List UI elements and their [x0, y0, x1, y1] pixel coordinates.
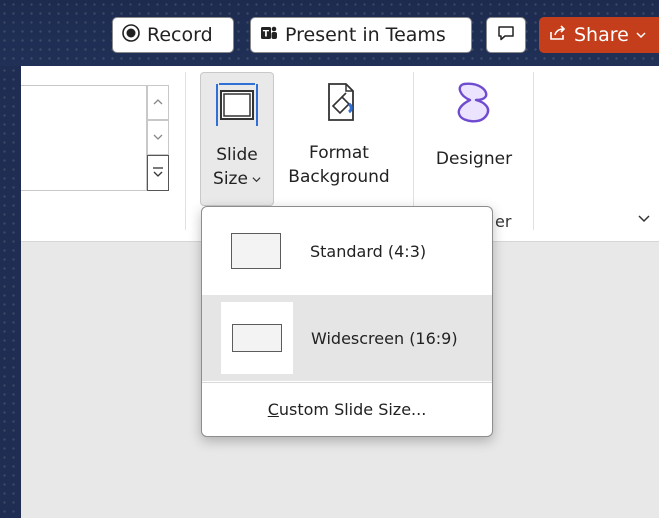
teams-icon: T: [259, 23, 279, 48]
share-button[interactable]: Share: [539, 17, 659, 53]
share-icon: [548, 23, 568, 48]
designer-icon: [452, 78, 496, 133]
group-label: er: [495, 212, 512, 231]
gallery-scroll-up-button[interactable]: [147, 85, 169, 120]
slide-size-icon: [214, 82, 260, 135]
gallery-box: [21, 85, 147, 191]
standard-thumbnail: [220, 215, 292, 287]
ribbon-separator: [185, 72, 186, 230]
custom-slide-size-accelerator: C: [267, 400, 279, 419]
chevron-down-icon: [153, 131, 163, 145]
ribbon-separator: [533, 72, 534, 230]
chevron-up-icon: [153, 96, 163, 110]
gallery-scroll-down-button[interactable]: [147, 120, 169, 155]
title-bar: Record T Present in Teams Share: [0, 0, 659, 66]
widescreen-thumbnail: [221, 302, 293, 374]
format-background-label-line2: Background: [288, 167, 390, 187]
more-icon: [152, 165, 164, 182]
standard-menu-item[interactable]: Standard (4:3): [202, 207, 492, 295]
custom-slide-size-label: ustom Slide Size...: [278, 400, 427, 419]
format-background-label-line1: Format: [309, 143, 369, 163]
chevron-down-icon: [252, 167, 261, 191]
widescreen-slide-shape: [232, 324, 282, 352]
slide-size-label-line1: Slide: [216, 145, 258, 165]
gallery-more-button[interactable]: [147, 155, 169, 191]
present-in-teams-button[interactable]: T Present in Teams: [250, 17, 472, 53]
record-icon: [121, 23, 141, 48]
format-background-icon: [316, 78, 362, 133]
slide-size-menu: Standard (4:3) Widescreen (16:9) Custom …: [201, 206, 493, 437]
designer-label: Designer: [435, 149, 513, 169]
svg-text:T: T: [263, 29, 270, 39]
comment-icon: [496, 23, 516, 48]
present-in-teams-label: Present in Teams: [285, 24, 446, 46]
background-strip: [0, 66, 21, 518]
share-label: Share: [574, 24, 629, 46]
widescreen-label-text: Widescreen (16:9): [311, 328, 458, 348]
slide-size-label-line2: Size: [213, 169, 248, 189]
custom-slide-size-menu-item[interactable]: Custom Slide Size...: [202, 383, 492, 436]
designer-button[interactable]: Designer: [424, 72, 524, 206]
record-label: Record: [147, 24, 213, 46]
standard-slide-shape: [231, 233, 281, 269]
slide-size-button[interactable]: Slide Size: [200, 72, 274, 206]
chevron-down-icon: [635, 24, 647, 46]
widescreen-label: Widescreen (16:9): [311, 329, 458, 348]
standard-label: Standard (4:3): [310, 241, 427, 261]
collapse-ribbon-button[interactable]: [637, 210, 651, 229]
format-background-button[interactable]: Format Background: [278, 72, 400, 206]
comments-button[interactable]: [486, 17, 526, 53]
widescreen-menu-item[interactable]: Widescreen (16:9): [202, 295, 492, 381]
record-button[interactable]: Record: [112, 17, 234, 53]
